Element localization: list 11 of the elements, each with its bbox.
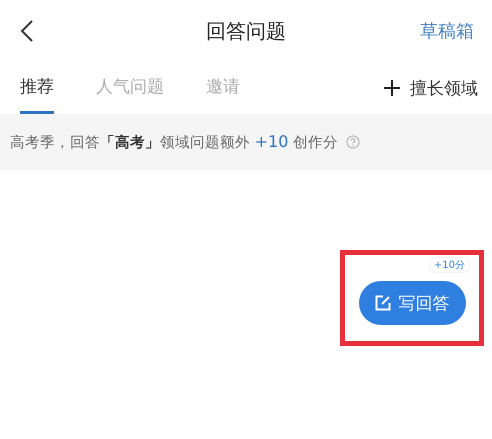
edit-icon [374, 295, 390, 311]
page-title: 回答问题 [206, 18, 286, 44]
add-domain-button[interactable]: 擅长领域 [384, 62, 478, 114]
drafts-link[interactable]: 草稿箱 [420, 19, 474, 43]
bonus-badge: +10分 [430, 258, 469, 272]
tab[interactable]: 人气问题 [96, 62, 164, 114]
promo-text: 高考季，回答「高考」领域问题额外 +10 创作分 [10, 132, 338, 152]
write-answer-button[interactable]: 写回答 [358, 281, 466, 325]
back-icon [20, 19, 34, 43]
plus-icon [384, 80, 400, 96]
tab[interactable]: 邀请 [206, 62, 240, 114]
